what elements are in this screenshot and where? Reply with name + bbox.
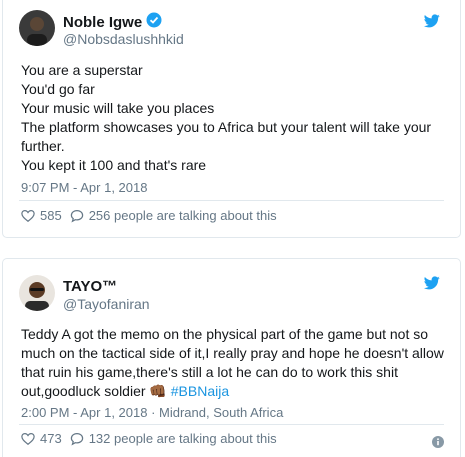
like-count[interactable]: 473	[40, 431, 62, 446]
tweet-line: Your music will take you places	[21, 100, 215, 116]
tweet-line: that ruin his game,there's still a lot h…	[21, 364, 398, 380]
tweet-line: much on the tactical side of it,I really…	[21, 345, 444, 361]
tweet-line: Teddy A got the memo on the physical par…	[21, 326, 429, 342]
tweet-timestamp[interactable]: 2:00 PM - Apr 1, 2018 · Midrand, South A…	[21, 405, 283, 420]
comment-bubble-icon[interactable]	[70, 209, 84, 223]
hashtag-link[interactable]: #BBNaija	[171, 383, 229, 399]
twitter-bird-icon[interactable]	[423, 276, 440, 290]
author-name[interactable]: TAYO™	[63, 278, 117, 295]
tweet-card: TAYO™ @Tayofaniran Teddy A got the memo …	[2, 258, 461, 457]
heart-icon[interactable]	[21, 432, 35, 446]
like-count[interactable]: 585	[40, 208, 62, 223]
verified-badge-icon	[146, 12, 162, 32]
author-avatar[interactable]	[19, 275, 55, 311]
tweet-line: You are a superstar	[21, 62, 143, 78]
author-name-text: TAYO™	[63, 278, 118, 295]
author-name[interactable]: Noble Igwe	[63, 12, 162, 32]
fist-emoji: 👊🏾	[149, 383, 167, 399]
author-name-text: Noble Igwe	[63, 13, 143, 31]
tweet-actions: 585 256 people are talking about this	[21, 208, 277, 223]
tweet-line: You kept it 100 and that's rare	[21, 157, 207, 173]
twitter-bird-icon[interactable]	[423, 14, 440, 28]
talking-count[interactable]: 132 people are talking about this	[89, 431, 277, 446]
author-handle[interactable]: @Nobsdaslushhkid	[63, 31, 184, 47]
tweet-text: You are a superstar You'd go far Your mu…	[21, 61, 444, 175]
tweet-line: further.	[21, 138, 65, 154]
divider	[19, 424, 444, 425]
tweet-line: The platform showcases you to Africa but…	[21, 119, 432, 135]
heart-icon[interactable]	[21, 209, 35, 223]
tweet-text: Teddy A got the memo on the physical par…	[21, 325, 444, 401]
divider	[19, 200, 444, 201]
tweet-actions: 473 132 people are talking about this	[21, 431, 277, 446]
tweet-line: out,goodluck soldier 👊🏾 #BBNaija	[21, 382, 444, 401]
info-icon[interactable]	[432, 435, 444, 448]
tweet-line: You'd go far	[21, 81, 95, 97]
talking-count[interactable]: 256 people are talking about this	[89, 208, 277, 223]
comment-bubble-icon[interactable]	[70, 432, 84, 446]
tweet-timestamp[interactable]: 9:07 PM - Apr 1, 2018	[21, 180, 147, 195]
tweet-card: Noble Igwe @Nobsdaslushhkid You are a su…	[2, 0, 461, 238]
author-avatar[interactable]	[19, 10, 55, 46]
tweet-line-text: out,goodluck soldier	[21, 383, 146, 399]
author-handle[interactable]: @Tayofaniran	[63, 296, 150, 312]
